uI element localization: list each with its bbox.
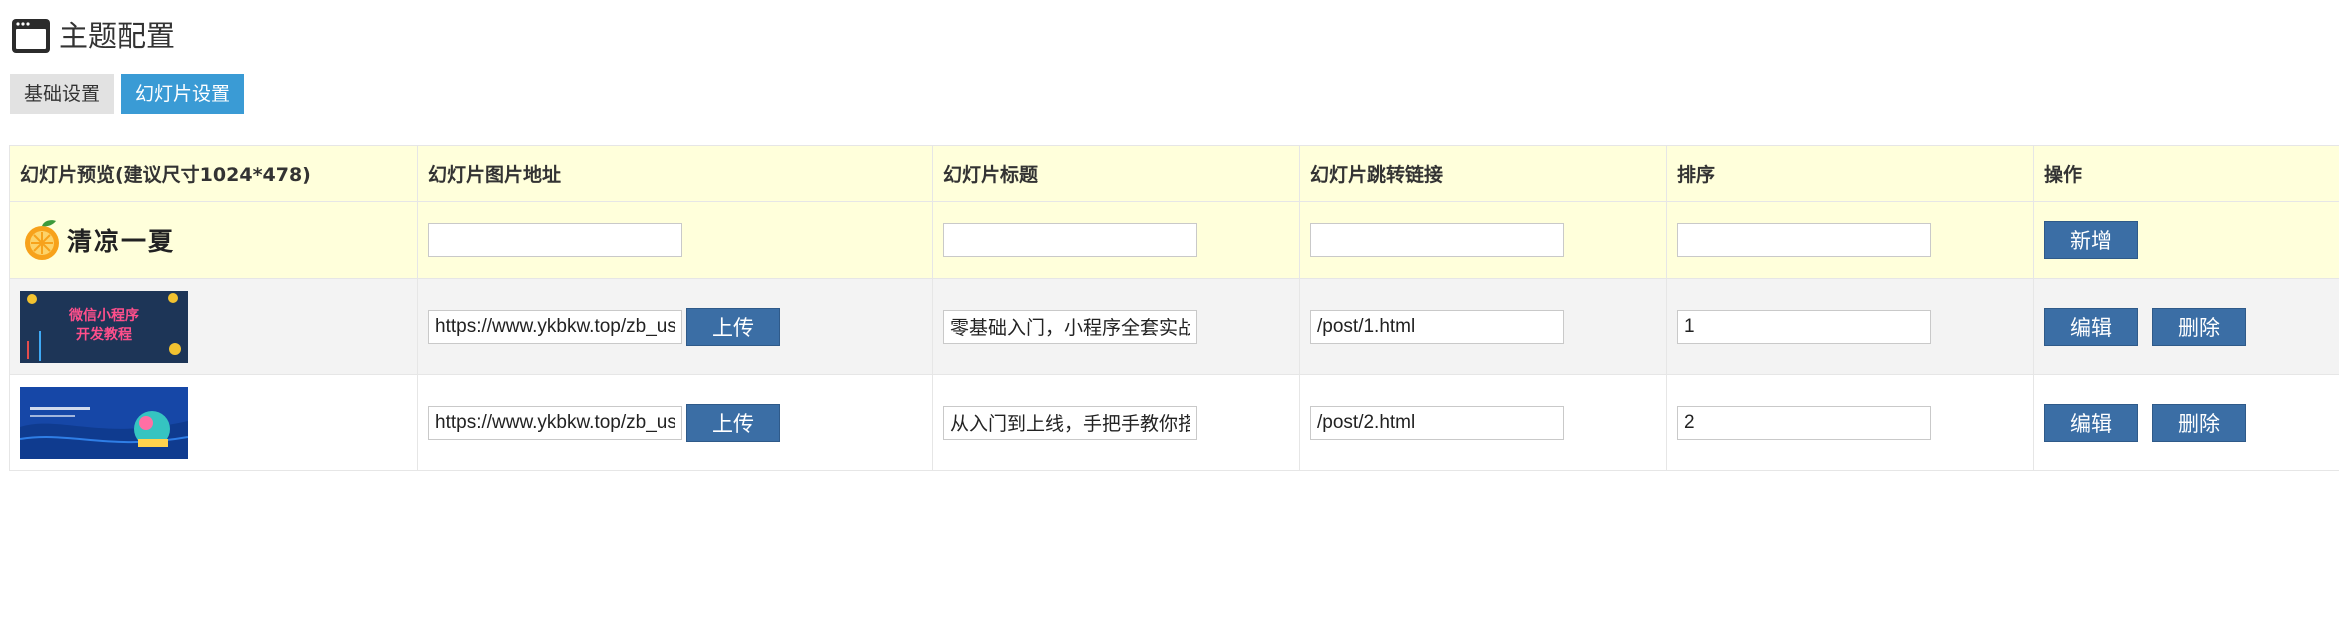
page-header: 主题配置 [11, 16, 175, 56]
new-order-input[interactable] [1677, 223, 1931, 257]
link-cell [1299, 278, 1667, 375]
slide-thumbnail: 微信小程序 开发教程 [20, 290, 188, 363]
settings-tabs: 基础设置 幻灯片设置 [10, 74, 245, 114]
new-link-input[interactable] [1310, 223, 1564, 257]
order-cell [1666, 278, 2034, 375]
logo-text: 清凉一夏 [67, 227, 176, 256]
slides-table: 幻灯片预览(建议尺寸1024*478) 幻灯片图片地址 幻灯片标题 幻灯片跳转链… [9, 145, 2339, 471]
image-url-cell: 上传 [417, 374, 933, 471]
image-url-input[interactable] [428, 405, 682, 440]
add-button[interactable]: 新增 [2044, 221, 2138, 259]
new-preview-cell: 清凉一夏 [9, 201, 418, 279]
order-input[interactable] [1677, 309, 1931, 344]
link-input[interactable] [1310, 405, 1564, 440]
upload-button[interactable]: 上传 [686, 307, 780, 346]
thumbnail-caption-line2: 开发教程 [76, 326, 132, 343]
actions-cell: 编辑 删除 [2033, 278, 2339, 375]
new-order-cell [1666, 201, 2034, 279]
orange-icon [25, 220, 59, 260]
edit-button[interactable]: 编辑 [2044, 403, 2138, 442]
table-row: 微信小程序 开发教程 上传 编辑删除 [9, 278, 2339, 375]
image-url-input[interactable] [428, 309, 682, 344]
link-cell [1299, 374, 1667, 471]
header-image-url: 幻灯片图片地址 [417, 145, 933, 202]
summer-logo: 清凉一夏 [20, 218, 407, 262]
title-input[interactable] [943, 309, 1197, 344]
new-actions-cell: 新增 [2033, 201, 2339, 279]
preview-cell: 微信小程序 开发教程 [9, 278, 418, 375]
preview-cell [9, 374, 418, 471]
page-title: 主题配置 [59, 19, 176, 53]
order-input[interactable] [1677, 405, 1931, 440]
new-image-url-cell [417, 201, 933, 279]
actions-cell: 编辑 删除 [2033, 374, 2339, 471]
tab-slide-settings[interactable]: 幻灯片设置 [121, 74, 245, 114]
slide-thumbnail [20, 386, 188, 459]
title-input[interactable] [943, 405, 1197, 440]
upload-button[interactable]: 上传 [686, 403, 780, 442]
new-title-input[interactable] [943, 223, 1197, 257]
window-icon [11, 18, 51, 54]
new-image-url-input[interactable] [428, 223, 682, 257]
new-title-cell [932, 201, 1300, 279]
image-url-cell: 上传 [417, 278, 933, 375]
header-link: 幻灯片跳转链接 [1299, 145, 1667, 202]
delete-button[interactable]: 删除 [2152, 307, 2246, 346]
title-cell [932, 278, 1300, 375]
link-input[interactable] [1310, 309, 1564, 344]
header-actions: 操作 [2033, 145, 2339, 202]
title-cell [932, 374, 1300, 471]
tab-basic-settings[interactable]: 基础设置 [10, 74, 115, 114]
delete-button[interactable]: 删除 [2152, 403, 2246, 442]
edit-button[interactable]: 编辑 [2044, 307, 2138, 346]
new-slide-row: 清凉一夏 新增 [9, 201, 2339, 279]
header-preview: 幻灯片预览(建议尺寸1024*478) [9, 145, 418, 202]
header-order: 排序 [1666, 145, 2034, 202]
header-title: 幻灯片标题 [932, 145, 1300, 202]
table-header-row: 幻灯片预览(建议尺寸1024*478) 幻灯片图片地址 幻灯片标题 幻灯片跳转链… [9, 145, 2339, 202]
new-link-cell [1299, 201, 1667, 279]
thumbnail-caption-line1: 微信小程序 [69, 307, 139, 324]
table-row: 上传 编辑删除 [9, 374, 2339, 471]
order-cell [1666, 374, 2034, 471]
